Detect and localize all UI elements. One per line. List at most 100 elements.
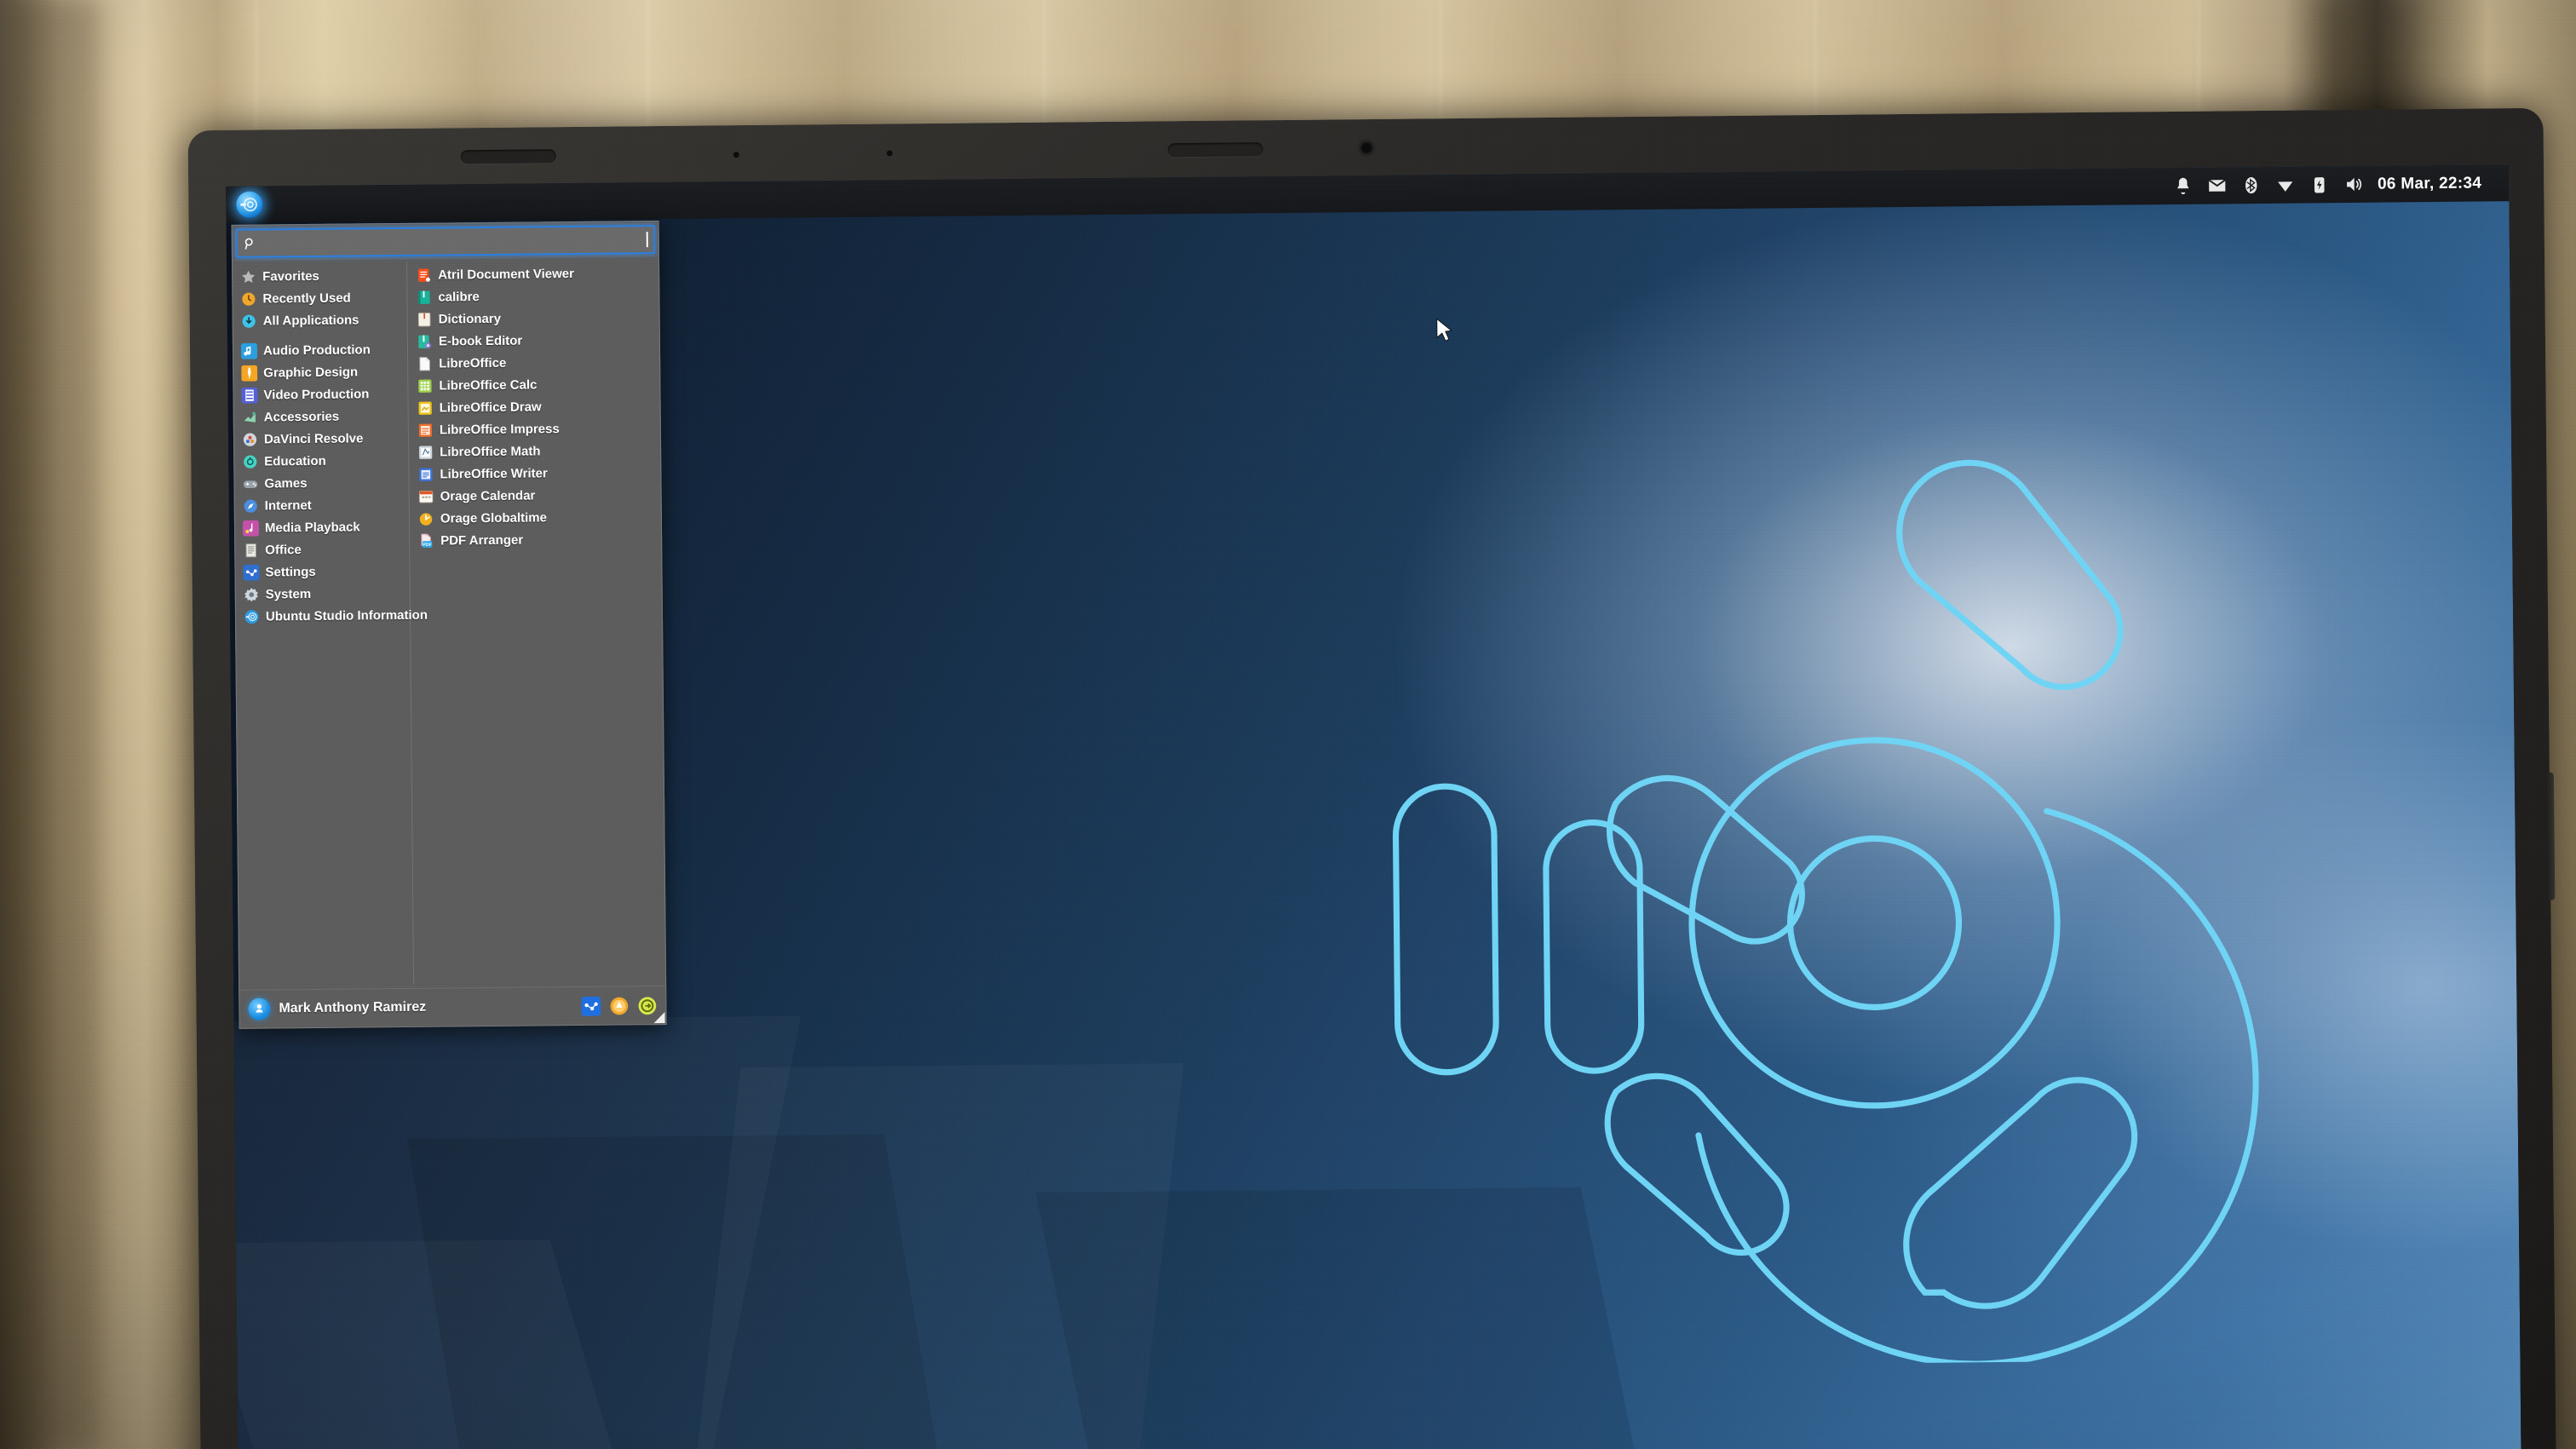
- search-icon: [244, 238, 253, 250]
- ubuntu-studio-icon: [244, 608, 260, 624]
- applications-menu-button[interactable]: [231, 187, 267, 222]
- app-label: calibre: [438, 289, 480, 305]
- graphic-design-icon: [241, 365, 258, 382]
- search-box[interactable]: [235, 225, 655, 258]
- recent-clock-icon: [240, 290, 256, 307]
- app-label: LibreOffice Writer: [440, 465, 548, 482]
- category-label: DaVinci Resolve: [263, 430, 364, 447]
- app-item-orage-globaltime[interactable]: Orage Globaltime: [414, 505, 661, 530]
- gamepad-icon: [242, 475, 258, 492]
- office-doc-icon: [243, 542, 259, 558]
- category-label: Media Playback: [264, 519, 360, 535]
- category-item-games[interactable]: Games: [238, 471, 408, 495]
- app-label: LibreOffice: [439, 355, 507, 371]
- category-item-internet[interactable]: Internet: [239, 493, 409, 517]
- category-label: Video Production: [263, 386, 370, 403]
- app-item-dictionary[interactable]: Dictionary: [412, 306, 659, 331]
- libreoffice-calc-icon: [417, 377, 433, 394]
- app-item-orage-calendar[interactable]: Orage Calendar: [414, 483, 661, 508]
- category-item-office[interactable]: Office: [239, 538, 409, 561]
- category-label: Audio Production: [262, 342, 371, 359]
- lock-screen-icon[interactable]: [609, 996, 629, 1015]
- category-item-media-playback[interactable]: Media Playback: [239, 515, 409, 539]
- bluetooth-icon[interactable]: [2241, 175, 2261, 195]
- microphone-hole-icon: [733, 152, 739, 158]
- app-label: PDF Arranger: [440, 532, 524, 549]
- category-label: Favorites: [262, 268, 319, 285]
- category-item-recently-used[interactable]: Recently Used: [236, 286, 406, 310]
- search-input[interactable]: [259, 231, 644, 252]
- resize-grip-icon[interactable]: [653, 1012, 665, 1024]
- category-item-video-production[interactable]: Video Production: [237, 382, 407, 406]
- ubuntu-studio-logo-icon: [235, 191, 262, 218]
- category-item-graphic-design[interactable]: Graphic Design: [237, 360, 407, 384]
- app-label: LibreOffice Calc: [439, 377, 538, 394]
- svg-text:PDF: PDF: [423, 542, 431, 547]
- calibre-icon: [416, 289, 432, 305]
- category-item-all-applications[interactable]: All Applications: [237, 308, 407, 332]
- category-item-education[interactable]: Education: [238, 449, 408, 473]
- education-icon: [242, 453, 258, 469]
- application-list: Atril Document Viewer calibre Dictionary: [407, 256, 665, 988]
- category-label: Education: [264, 453, 326, 469]
- ebook-editor-icon: [417, 333, 433, 349]
- media-playback-icon: [242, 520, 260, 537]
- app-item-atril-document-viewer[interactable]: Atril Document Viewer: [411, 262, 658, 286]
- user-name: Mark Anthony Ramirez: [279, 999, 427, 1016]
- app-label: LibreOffice Impress: [439, 421, 560, 438]
- app-item-libreoffice-math[interactable]: LibreOffice Math: [413, 439, 660, 463]
- libreoffice-math-icon: [417, 444, 434, 460]
- photo-scene: 06 Mar, 22:34 Favorites Recently Used Al…: [0, 0, 2576, 1449]
- accessories-icon: [242, 409, 258, 425]
- libreoffice-writer-icon: [417, 466, 434, 482]
- category-label: System: [265, 586, 312, 601]
- libreoffice-impress-icon: [417, 422, 434, 438]
- clock[interactable]: 06 Mar, 22:34: [2378, 174, 2481, 193]
- wifi-icon[interactable]: [2275, 175, 2295, 195]
- search-area: [233, 221, 658, 260]
- battery-icon[interactable]: [2309, 175, 2329, 194]
- category-item-audio-production[interactable]: Audio Production: [237, 338, 407, 362]
- settings-manager-icon[interactable]: [581, 996, 601, 1016]
- star-icon: [240, 268, 256, 285]
- system-gear-icon: [244, 586, 260, 602]
- compass-icon: [243, 497, 259, 514]
- app-item-calibre[interactable]: calibre: [411, 284, 658, 308]
- app-item-libreoffice[interactable]: LibreOffice: [412, 350, 659, 375]
- app-item-pdf-arranger[interactable]: PDF PDF Arranger: [414, 527, 661, 552]
- category-item-davinci-resolve[interactable]: DaVinci Resolve: [238, 427, 408, 451]
- category-item-ubuntu-studio-information[interactable]: Ubuntu Studio Information: [239, 604, 428, 628]
- app-label: LibreOffice Draw: [439, 399, 542, 416]
- volume-icon[interactable]: [2343, 175, 2363, 194]
- bell-icon[interactable]: [2173, 176, 2193, 196]
- menu-footer: Mark Anthony Ramirez: [239, 986, 666, 1028]
- davinci-resolve-icon: [242, 431, 258, 447]
- whisker-menu: Favorites Recently Used All Applications: [231, 221, 667, 1029]
- text-caret: [646, 232, 648, 248]
- category-label: Office: [265, 542, 302, 557]
- category-list: Favorites Recently Used All Applications: [233, 259, 428, 990]
- category-label: Accessories: [263, 409, 340, 425]
- app-item-libreoffice-writer[interactable]: LibreOffice Writer: [413, 461, 660, 486]
- app-label: E-book Editor: [438, 333, 523, 349]
- category-item-favorites[interactable]: Favorites: [236, 264, 406, 288]
- app-item-e-book-editor[interactable]: E-book Editor: [412, 328, 659, 353]
- app-item-libreoffice-impress[interactable]: LibreOffice Impress: [413, 417, 660, 441]
- category-label: Internet: [264, 497, 312, 513]
- app-label: LibreOffice Math: [440, 443, 541, 460]
- category-label: All Applications: [262, 312, 359, 329]
- mail-icon[interactable]: [2207, 175, 2227, 195]
- orage-globaltime-icon: [418, 510, 434, 526]
- category-item-accessories[interactable]: Accessories: [238, 405, 408, 428]
- camera-shutter-slider[interactable]: [1167, 142, 1263, 158]
- camera-shutter-slider[interactable]: [460, 149, 556, 164]
- app-item-libreoffice-draw[interactable]: LibreOffice Draw: [413, 394, 660, 419]
- user-avatar-icon[interactable]: [248, 998, 271, 1021]
- category-item-settings[interactable]: Settings: [239, 560, 409, 584]
- system-tray: 06 Mar, 22:34: [2173, 173, 2504, 196]
- laptop-screen: 06 Mar, 22:34 Favorites Recently Used Al…: [226, 164, 2521, 1449]
- app-item-libreoffice-calc[interactable]: LibreOffice Calc: [412, 372, 659, 397]
- dictionary-icon: [417, 311, 433, 327]
- category-item-system[interactable]: System: [239, 582, 410, 606]
- app-label: Atril Document Viewer: [438, 266, 574, 283]
